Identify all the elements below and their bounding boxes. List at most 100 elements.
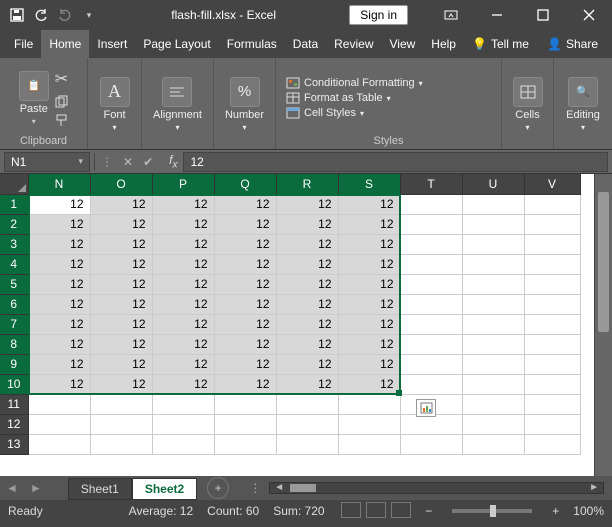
cell[interactable]	[524, 234, 580, 254]
cell[interactable]: 12	[28, 294, 90, 314]
cell[interactable]	[462, 214, 524, 234]
cell[interactable]: 12	[28, 374, 90, 394]
column-header[interactable]: V	[524, 174, 580, 194]
cell[interactable]: 12	[152, 214, 214, 234]
cell[interactable]: 12	[152, 314, 214, 334]
undo-icon[interactable]	[32, 6, 50, 24]
cell[interactable]: 12	[214, 354, 276, 374]
cell[interactable]: 12	[214, 254, 276, 274]
cell[interactable]: 12	[214, 294, 276, 314]
cell[interactable]	[524, 394, 580, 414]
cell[interactable]: 12	[276, 214, 338, 234]
row-header[interactable]: 2	[0, 214, 28, 234]
cell[interactable]	[28, 394, 90, 414]
cell[interactable]: 12	[214, 334, 276, 354]
tab-file[interactable]: File	[6, 30, 41, 58]
cell[interactable]: 12	[214, 234, 276, 254]
row-header[interactable]: 7	[0, 314, 28, 334]
cell[interactable]	[400, 354, 462, 374]
column-header[interactable]: O	[90, 174, 152, 194]
zoom-in-button[interactable]: +	[552, 504, 559, 518]
cell[interactable]: 12	[152, 254, 214, 274]
row-header[interactable]: 10	[0, 374, 28, 394]
cell[interactable]: 12	[214, 274, 276, 294]
cell[interactable]: 12	[90, 294, 152, 314]
cell[interactable]	[214, 394, 276, 414]
zoom-slider[interactable]	[452, 509, 532, 513]
cell[interactable]	[462, 254, 524, 274]
cell[interactable]: 12	[152, 374, 214, 394]
cell[interactable]	[400, 374, 462, 394]
cell[interactable]	[462, 294, 524, 314]
column-header[interactable]: T	[400, 174, 462, 194]
cell[interactable]	[90, 414, 152, 434]
column-header[interactable]: S	[338, 174, 400, 194]
cell[interactable]	[524, 294, 580, 314]
cell[interactable]: 12	[28, 194, 90, 214]
row-header[interactable]: 5	[0, 274, 28, 294]
cell[interactable]	[338, 434, 400, 454]
cell[interactable]: 12	[90, 274, 152, 294]
cell[interactable]	[152, 434, 214, 454]
row-header[interactable]: 4	[0, 254, 28, 274]
cell[interactable]: 12	[28, 334, 90, 354]
cell[interactable]: 12	[338, 334, 400, 354]
cell[interactable]	[400, 194, 462, 214]
cell[interactable]	[524, 434, 580, 454]
cell[interactable]	[462, 434, 524, 454]
cut-icon[interactable]: ✂	[55, 69, 68, 89]
vertical-scrollbar[interactable]	[594, 174, 612, 476]
number-button[interactable]: %Number▾	[225, 77, 264, 132]
maximize-button[interactable]	[520, 0, 566, 30]
cell[interactable]: 12	[276, 234, 338, 254]
cell[interactable]	[524, 214, 580, 234]
column-header[interactable]: Q	[214, 174, 276, 194]
cell[interactable]: 12	[276, 294, 338, 314]
cell[interactable]: 12	[276, 194, 338, 214]
cell[interactable]	[462, 314, 524, 334]
cell[interactable]: 12	[276, 374, 338, 394]
fx-icon[interactable]: fx	[163, 153, 183, 170]
font-button[interactable]: AFont▾	[100, 77, 130, 132]
close-button[interactable]	[566, 0, 612, 30]
tab-help[interactable]: Help	[423, 30, 464, 58]
cell[interactable]: 12	[214, 374, 276, 394]
cell[interactable]	[524, 254, 580, 274]
sheet-tab-2[interactable]: Sheet2	[132, 478, 197, 500]
cell[interactable]	[338, 414, 400, 434]
cell[interactable]: 12	[28, 354, 90, 374]
cell[interactable]: 12	[28, 234, 90, 254]
tab-insert[interactable]: Insert	[89, 30, 135, 58]
conditional-formatting-button[interactable]: Conditional Formatting▾	[286, 77, 423, 89]
cell[interactable]: 12	[338, 214, 400, 234]
cell[interactable]	[400, 234, 462, 254]
cell[interactable]	[400, 314, 462, 334]
cell[interactable]	[400, 214, 462, 234]
redo-icon[interactable]	[56, 6, 74, 24]
sheet-tab-1[interactable]: Sheet1	[68, 478, 132, 500]
cells-button[interactable]: Cells▾	[513, 77, 543, 132]
cell[interactable]	[400, 334, 462, 354]
add-sheet-button[interactable]: +	[207, 477, 229, 499]
cell[interactable]	[524, 334, 580, 354]
page-break-view-button[interactable]	[391, 502, 411, 518]
cell[interactable]: 12	[214, 194, 276, 214]
cell[interactable]	[214, 414, 276, 434]
cell[interactable]: 12	[152, 294, 214, 314]
select-all-corner[interactable]	[0, 174, 28, 194]
cell[interactable]	[400, 294, 462, 314]
normal-view-button[interactable]	[341, 502, 361, 518]
cell[interactable]: 12	[214, 314, 276, 334]
tab-formulas[interactable]: Formulas	[219, 30, 285, 58]
cell[interactable]: 12	[90, 374, 152, 394]
tab-review[interactable]: Review	[326, 30, 381, 58]
cell[interactable]: 12	[152, 334, 214, 354]
save-icon[interactable]	[8, 6, 26, 24]
row-header[interactable]: 3	[0, 234, 28, 254]
cell[interactable]	[276, 414, 338, 434]
cell[interactable]	[28, 434, 90, 454]
accept-formula-icon[interactable]: ✔	[143, 155, 153, 169]
row-header[interactable]: 1	[0, 194, 28, 214]
cell[interactable]: 12	[338, 354, 400, 374]
row-header[interactable]: 12	[0, 414, 28, 434]
